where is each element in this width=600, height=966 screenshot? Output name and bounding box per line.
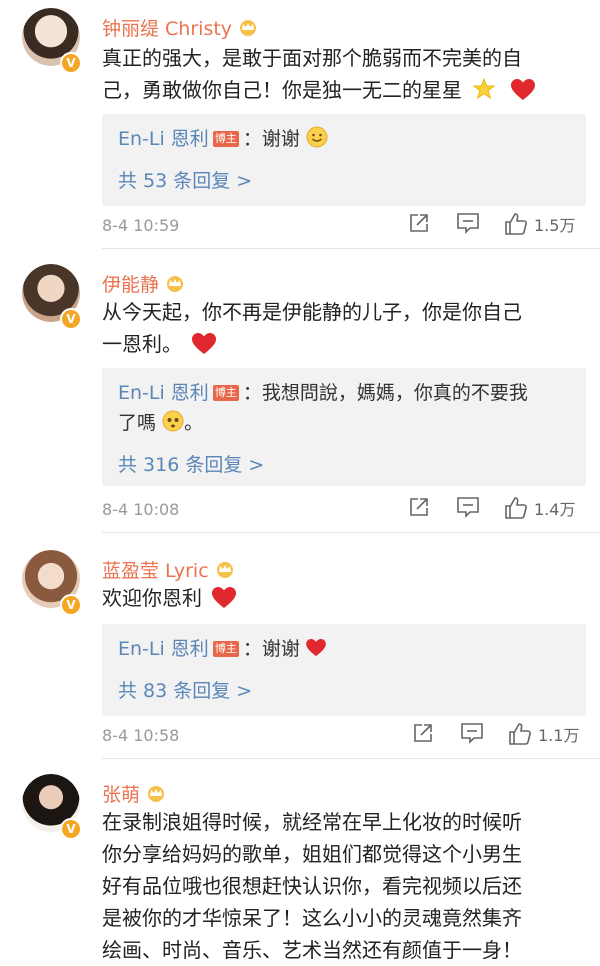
crown-icon xyxy=(144,783,168,803)
reply-text: ：谢谢 xyxy=(242,128,300,150)
comment-item: V 钟丽缇 Christy 真正的强大，是敢于面对那个脆弱而不完美的自 己，勇敢… xyxy=(0,8,600,249)
thumbs-up-icon xyxy=(504,212,528,236)
timestamp: 8-4 10:08 xyxy=(102,500,180,519)
comment-icon xyxy=(456,496,480,518)
host-badge: 博主 xyxy=(212,641,239,657)
divider xyxy=(102,758,600,759)
verified-badge-icon: V xyxy=(60,594,82,616)
commenter-name[interactable]: 钟丽缇 Christy xyxy=(102,14,232,41)
reply-box[interactable]: En-Li 恩利 博主 ：谢谢 共 53 条回复 > xyxy=(102,114,586,206)
commenter-name[interactable]: 张萌 xyxy=(102,780,140,807)
verified-badge-icon: V xyxy=(60,52,82,74)
like-count: 1.1万 xyxy=(538,726,580,745)
sad-emoji-icon xyxy=(162,410,184,432)
heart-emoji-icon xyxy=(306,639,326,657)
more-replies-link[interactable]: 共 83 条回复 > xyxy=(118,676,252,703)
crown-icon xyxy=(236,17,260,37)
smile-emoji-icon xyxy=(306,126,328,148)
comment-item: V 伊能静 从今天起，你不再是伊能静的儿子，你是你自己 一恩利。 En-Li 恩… xyxy=(0,264,600,533)
divider xyxy=(102,532,600,533)
comment-text: 从今天起，你不再是伊能静的儿子，你是你自己 一恩利。 xyxy=(102,300,522,356)
comment-button[interactable] xyxy=(456,212,480,234)
crown-icon xyxy=(213,559,237,579)
timestamp: 8-4 10:58 xyxy=(102,726,180,745)
comment-item: V 蓝盈莹 Lyric 欢迎你恩利 En-Li 恩利 博主 ：谢谢 共 83 条回复… xyxy=(0,550,600,760)
like-count: 1.4万 xyxy=(534,500,576,519)
comment-item: V 张萌 在录制浪姐得时候，就经常在早上化妆的时候听 你分享给妈妈的歌单，姐姐们… xyxy=(0,774,600,962)
thumbs-up-icon xyxy=(504,496,528,520)
reply-box[interactable]: En-Li 恩利 博主 ：我想問說，媽媽，你真的不要我 了嗎 。 共 316 条回复… xyxy=(102,368,586,486)
star-emoji-icon xyxy=(472,77,496,101)
more-replies-link[interactable]: 共 316 条回复 > xyxy=(118,450,264,477)
heart-emoji-icon xyxy=(192,333,217,355)
reply-text: ：我想問說，媽媽，你真的不要我 xyxy=(242,382,528,404)
commenter-name[interactable]: 伊能静 xyxy=(102,270,159,297)
thumbs-up-icon xyxy=(508,722,532,746)
like-button[interactable]: 1.1万 xyxy=(508,722,579,746)
comment-button[interactable] xyxy=(460,722,484,744)
reply-box[interactable]: En-Li 恩利 博主 ：谢谢 共 83 条回复 > xyxy=(102,624,586,716)
reply-text: 了嗎 xyxy=(118,412,157,434)
comment-icon xyxy=(460,722,484,744)
verified-badge-icon: V xyxy=(60,308,82,330)
heart-emoji-icon xyxy=(510,79,535,101)
comment-text: 真正的强大，是敢于面对那个脆弱而不完美的自 己，勇敢做你自己！你是独一无二的星星 xyxy=(102,42,582,106)
share-icon xyxy=(408,212,430,234)
host-badge: 博主 xyxy=(212,385,239,401)
like-button[interactable]: 1.4万 xyxy=(504,496,575,520)
comment-text: 在录制浪姐得时候，就经常在早上化妆的时候听 你分享给妈妈的歌单，姐姐们都觉得这个… xyxy=(102,810,522,962)
reply-author[interactable]: En-Li 恩利 xyxy=(118,638,209,660)
share-button[interactable] xyxy=(408,212,430,234)
share-icon xyxy=(408,496,430,518)
share-icon xyxy=(412,722,434,744)
host-badge: 博主 xyxy=(212,131,239,147)
comment-text: 欢迎你恩利 xyxy=(102,582,582,614)
more-replies-link[interactable]: 共 53 条回复 > xyxy=(118,166,252,193)
heart-emoji-icon xyxy=(212,587,237,609)
reply-text: ：谢谢 xyxy=(242,638,300,660)
share-button[interactable] xyxy=(408,496,430,518)
commenter-name[interactable]: 蓝盈莹 Lyric xyxy=(102,556,209,583)
share-button[interactable] xyxy=(412,722,434,744)
reply-author[interactable]: En-Li 恩利 xyxy=(118,128,209,150)
like-count: 1.5万 xyxy=(534,216,576,235)
comment-icon xyxy=(456,212,480,234)
crown-icon xyxy=(163,273,187,293)
timestamp: 8-4 10:59 xyxy=(102,216,180,235)
comment-button[interactable] xyxy=(456,496,480,518)
reply-author[interactable]: En-Li 恩利 xyxy=(118,382,209,404)
like-button[interactable]: 1.5万 xyxy=(504,212,575,236)
divider xyxy=(102,248,600,249)
verified-badge-icon: V xyxy=(60,818,82,840)
